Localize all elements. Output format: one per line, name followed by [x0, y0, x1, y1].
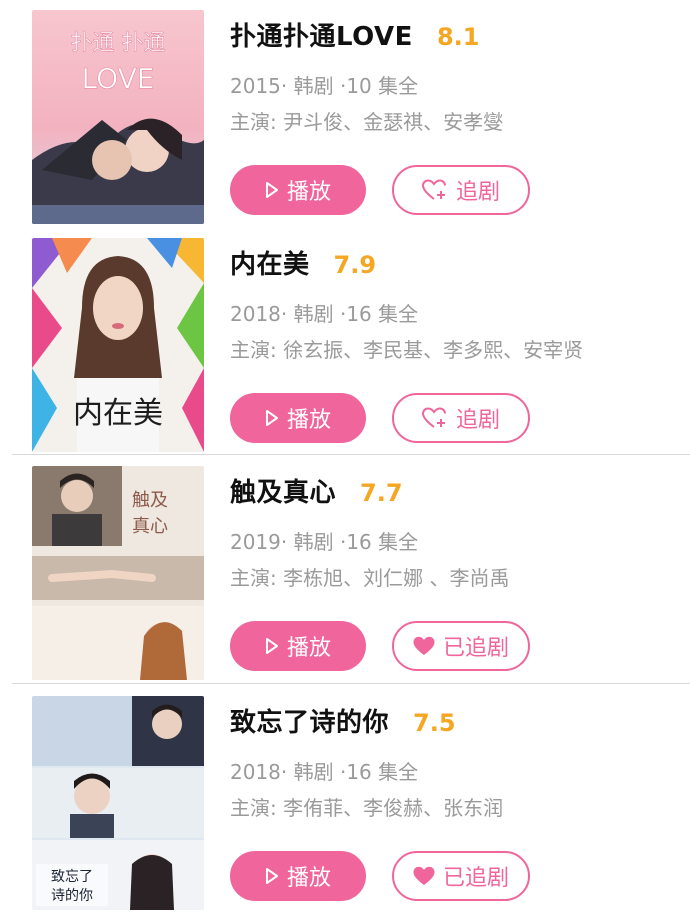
drama-cast: 主演: 尹斗俊、金瑟祺、安孝燮	[230, 110, 504, 134]
title-row: 触及真心 7.7	[230, 472, 403, 509]
poster-image[interactable]: 内在美	[32, 238, 204, 452]
heart-filled-icon	[413, 866, 435, 886]
drama-cast: 主演: 李栋旭、刘仁娜 、李尚禹	[230, 566, 510, 590]
poster-title-text: 内在美	[73, 396, 163, 431]
follow-label: 已追剧	[442, 866, 509, 891]
play-label: 播放	[286, 636, 331, 661]
poster-image[interactable]: 触及 真心	[32, 466, 204, 680]
follow-button[interactable]: 追剧	[392, 165, 530, 215]
rating-score: 7.9	[333, 251, 377, 279]
drama-meta: 2018· 韩剧 ·16 集全	[230, 760, 419, 784]
drama-title[interactable]: 扑通扑通LOVE	[230, 22, 413, 52]
drama-meta: 2018· 韩剧 ·16 集全	[230, 302, 419, 326]
poster-art: 触及 真心	[32, 466, 204, 680]
play-label: 播放	[286, 180, 331, 205]
divider	[12, 454, 690, 455]
drama-title[interactable]: 触及真心	[230, 478, 336, 508]
drama-card[interactable]: 内在美 内在美 7.9 2018· 韩剧 ·16 集全 主演: 徐玄振、李民基、李…	[0, 228, 690, 456]
play-label: 播放	[286, 866, 331, 891]
poster-art: 致忘了 诗的你	[32, 696, 204, 910]
rating-score: 8.1	[436, 23, 480, 51]
rating-score: 7.7	[360, 479, 403, 507]
followed-button[interactable]: 已追剧	[392, 621, 530, 671]
follow-label: 追剧	[455, 408, 500, 433]
poster-art: 内在美	[32, 238, 204, 452]
poster-title-text: 致忘了	[51, 869, 93, 885]
play-icon	[265, 637, 279, 655]
drama-meta: 2019· 韩剧 ·16 集全	[230, 530, 419, 554]
drama-meta: 2015· 韩剧 ·10 集全	[230, 74, 419, 98]
play-button[interactable]: 播放	[230, 393, 366, 443]
title-row: 扑通扑通LOVE 8.1	[230, 16, 479, 53]
poster-title-text: 真心	[132, 516, 168, 537]
drama-card[interactable]: 扑通 扑通 LOVE 扑通扑通LOVE 8.1 2015· 韩剧 ·10 集全 主…	[0, 0, 690, 228]
poster-image[interactable]: 扑通 扑通 LOVE	[32, 10, 204, 224]
play-icon	[265, 867, 279, 885]
heart-plus-icon	[421, 179, 448, 201]
title-row: 内在美 7.9	[230, 244, 376, 281]
poster-title-text: 触及	[132, 490, 168, 511]
followed-button[interactable]: 已追剧	[392, 851, 530, 901]
drama-card[interactable]: 致忘了 诗的你 致忘了诗的你 7.5 2018· 韩剧 ·16 集全 主演: 李侑…	[0, 686, 690, 914]
follow-button[interactable]: 追剧	[392, 393, 530, 443]
play-button[interactable]: 播放	[230, 165, 366, 215]
poster-title-text: 诗的你	[51, 888, 93, 904]
poster-title-text: LOVE	[82, 62, 155, 95]
divider	[12, 683, 690, 684]
follow-label: 已追剧	[442, 636, 509, 661]
drama-card[interactable]: 触及 真心 触及真心 7.7 2019· 韩剧 ·16 集全 主演: 李栋旭、刘仁…	[0, 456, 690, 684]
play-button[interactable]: 播放	[230, 621, 366, 671]
drama-cast: 主演: 徐玄振、李民基、李多熙、安宰贤	[230, 338, 584, 362]
rating-score: 7.5	[413, 709, 456, 737]
drama-title[interactable]: 致忘了诗的你	[230, 708, 389, 738]
play-label: 播放	[286, 408, 331, 433]
play-icon	[265, 409, 279, 427]
drama-list: 扑通 扑通 LOVE 扑通扑通LOVE 8.1 2015· 韩剧 ·10 集全 主…	[0, 0, 690, 919]
title-row: 致忘了诗的你 7.5	[230, 702, 456, 739]
poster-image[interactable]: 致忘了 诗的你	[32, 696, 204, 910]
heart-plus-icon	[421, 407, 448, 429]
heart-filled-icon	[413, 636, 435, 656]
play-button[interactable]: 播放	[230, 851, 366, 901]
poster-art: 扑通 扑通 LOVE	[32, 10, 204, 224]
poster-title-text: 扑通 扑通	[71, 31, 166, 56]
play-icon	[265, 181, 279, 199]
drama-title[interactable]: 内在美	[230, 250, 310, 280]
drama-cast: 主演: 李侑菲、李俊赫、张东润	[230, 796, 504, 820]
follow-label: 追剧	[455, 180, 500, 205]
